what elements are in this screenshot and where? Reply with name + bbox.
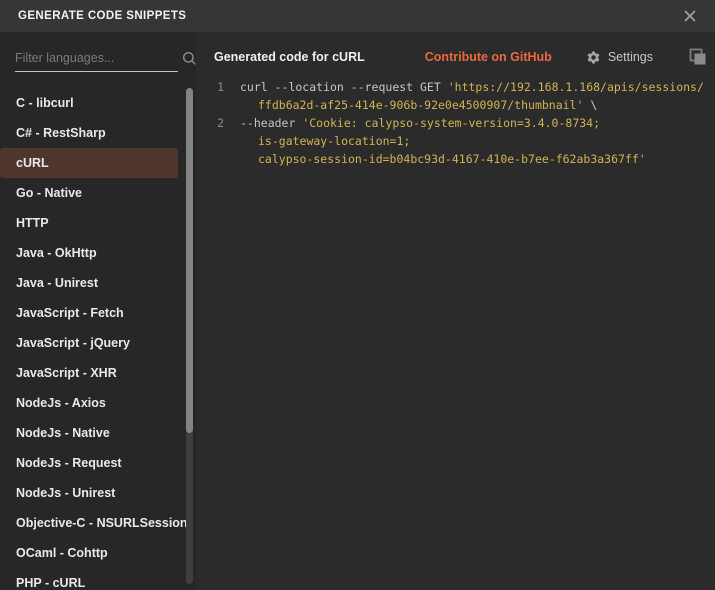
code-block: 1 curl --location --request GET 'https://… xyxy=(196,76,715,168)
sidebar-item-nodejs-axios[interactable]: NodeJs - Axios xyxy=(0,388,178,418)
sidebar-item-curl[interactable]: cURL xyxy=(0,148,178,178)
code-row: 2 --header 'Cookie: calypso-system-versio… xyxy=(196,114,715,132)
filter-field xyxy=(15,45,178,72)
line-number: 1 xyxy=(196,78,224,96)
close-button[interactable] xyxy=(681,7,699,25)
sidebar-item-c-restsharp[interactable]: C# - RestSharp xyxy=(0,118,178,148)
code-row: calypso-session-id=b04bc93d-4167-410e-b7… xyxy=(196,150,715,168)
settings-button[interactable]: Settings xyxy=(586,50,653,65)
line-number: 2 xyxy=(196,114,224,132)
code-text: is-gateway-location=1; xyxy=(240,132,410,150)
sidebar-item-ocaml-cohttp[interactable]: OCaml - Cohttp xyxy=(0,538,178,568)
code-text: ffdb6a2d-af25-414e-906b-92e0e4500907/thu… xyxy=(240,96,597,114)
copy-code-button[interactable] xyxy=(689,48,707,66)
dialog-titlebar: GENERATE CODE SNIPPETS xyxy=(0,0,715,32)
sidebar-item-c-libcurl[interactable]: C - libcurl xyxy=(0,88,178,118)
sidebar-scrollbar-thumb[interactable] xyxy=(186,88,193,433)
line-number xyxy=(196,132,224,150)
sidebar-item-java-okhttp[interactable]: Java - OkHttp xyxy=(0,238,178,268)
sidebar-item-javascript-jquery[interactable]: JavaScript - jQuery xyxy=(0,328,178,358)
dialog-body: C - libcurlC# - RestSharpcURLGo - Native… xyxy=(0,32,715,590)
generated-code-title: Generated code for cURL xyxy=(214,50,425,64)
code-text: --header 'Cookie: calypso-system-version… xyxy=(240,114,600,132)
close-icon xyxy=(683,9,697,23)
generate-code-snippets-dialog: GENERATE CODE SNIPPETS C - libcur xyxy=(0,0,715,590)
code-row: ffdb6a2d-af25-414e-906b-92e0e4500907/thu… xyxy=(196,96,715,114)
sidebar-item-objective-c-nsurlsession[interactable]: Objective-C - NSURLSession xyxy=(0,508,178,538)
code-text: curl --location --request GET 'https://1… xyxy=(240,78,704,96)
language-sidebar: C - libcurlC# - RestSharpcURLGo - Native… xyxy=(0,32,196,590)
line-number xyxy=(196,96,224,114)
dialog-title: GENERATE CODE SNIPPETS xyxy=(18,10,186,22)
code-panel-header: Generated code for cURL Contribute on Gi… xyxy=(196,32,715,76)
language-list: C - libcurlC# - RestSharpcURLGo - Native… xyxy=(0,88,196,590)
sidebar-item-javascript-xhr[interactable]: JavaScript - XHR xyxy=(0,358,178,388)
code-panel: Generated code for cURL Contribute on Gi… xyxy=(196,32,715,590)
sidebar-item-nodejs-unirest[interactable]: NodeJs - Unirest xyxy=(0,478,178,508)
line-number xyxy=(196,150,224,168)
contribute-on-github-link[interactable]: Contribute on GitHub xyxy=(425,50,552,64)
sidebar-item-php-curl[interactable]: PHP - cURL xyxy=(0,568,178,590)
sidebar-item-javascript-fetch[interactable]: JavaScript - Fetch xyxy=(0,298,178,328)
copy-icon xyxy=(689,48,707,66)
code-row: 1 curl --location --request GET 'https://… xyxy=(196,78,715,96)
sidebar-item-nodejs-native[interactable]: NodeJs - Native xyxy=(0,418,178,448)
sidebar-item-nodejs-request[interactable]: NodeJs - Request xyxy=(0,448,178,478)
code-text: calypso-session-id=b04bc93d-4167-410e-b7… xyxy=(240,150,646,168)
code-row: is-gateway-location=1; xyxy=(196,132,715,150)
search-icon xyxy=(182,51,196,66)
sidebar-item-go-native[interactable]: Go - Native xyxy=(0,178,178,208)
filter-languages-input[interactable] xyxy=(15,51,176,65)
sidebar-item-http[interactable]: HTTP xyxy=(0,208,178,238)
sidebar-item-java-unirest[interactable]: Java - Unirest xyxy=(0,268,178,298)
sidebar-scrollbar-track[interactable] xyxy=(186,88,193,584)
gear-icon xyxy=(586,50,601,65)
settings-label: Settings xyxy=(608,50,653,64)
